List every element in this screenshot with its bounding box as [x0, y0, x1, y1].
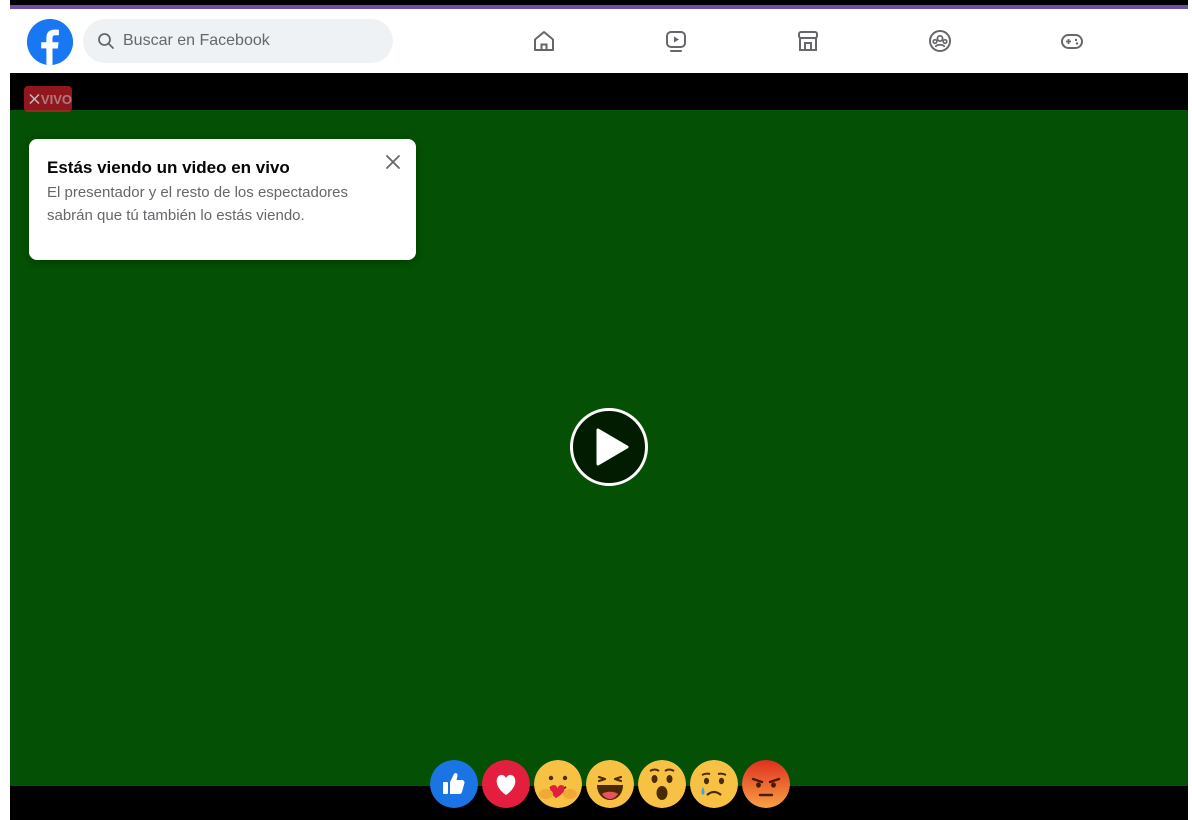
- nav-watch[interactable]: [658, 23, 694, 59]
- wow-reaction-button[interactable]: [638, 760, 686, 808]
- home-icon: [534, 31, 554, 51]
- close-icon: [29, 94, 40, 104]
- marketplace-icon: [798, 31, 818, 51]
- reactions-bar: [430, 760, 790, 808]
- close-icon[interactable]: [384, 153, 402, 171]
- toast-title: Estás viendo un video en vivo: [47, 158, 290, 177]
- like-reaction-button[interactable]: [430, 760, 478, 808]
- care-icon: [534, 760, 582, 808]
- watch-icon: [666, 31, 686, 52]
- nav-marketplace[interactable]: [790, 23, 826, 59]
- top-navbar: [10, 9, 1188, 73]
- nav-home[interactable]: [526, 23, 562, 59]
- live-label: VIVO: [40, 91, 72, 107]
- play-icon: [596, 428, 629, 466]
- search-bar[interactable]: [83, 19, 393, 63]
- love-reaction-button[interactable]: [482, 760, 530, 808]
- app-frame: VIVO Estás viendo un video en vivo El pr…: [10, 0, 1188, 820]
- live-notice-toast: Estás viendo un video en vivo El present…: [29, 139, 416, 260]
- search-input[interactable]: [123, 32, 363, 50]
- groups-icon: [929, 30, 951, 52]
- toast-body: El presentador y el resto de los especta…: [47, 184, 349, 224]
- like-icon: [430, 760, 478, 808]
- sad-reaction-button[interactable]: [690, 760, 738, 808]
- haha-reaction-button[interactable]: [586, 760, 634, 808]
- nav-groups[interactable]: [922, 23, 958, 59]
- video-top-bar: [10, 73, 1188, 110]
- gaming-icon: [1061, 34, 1083, 49]
- play-button[interactable]: [570, 408, 648, 486]
- facebook-logo[interactable]: [27, 19, 73, 65]
- haha-icon: [586, 760, 634, 808]
- wow-icon: [638, 760, 686, 808]
- search-icon: [97, 32, 115, 50]
- angry-reaction-button[interactable]: [742, 760, 790, 808]
- live-badge[interactable]: VIVO: [24, 86, 72, 112]
- heart-icon: [482, 760, 530, 808]
- care-reaction-button[interactable]: [534, 760, 582, 808]
- nav-gaming[interactable]: [1054, 23, 1090, 59]
- sad-icon: [690, 760, 738, 808]
- angry-icon: [742, 760, 790, 808]
